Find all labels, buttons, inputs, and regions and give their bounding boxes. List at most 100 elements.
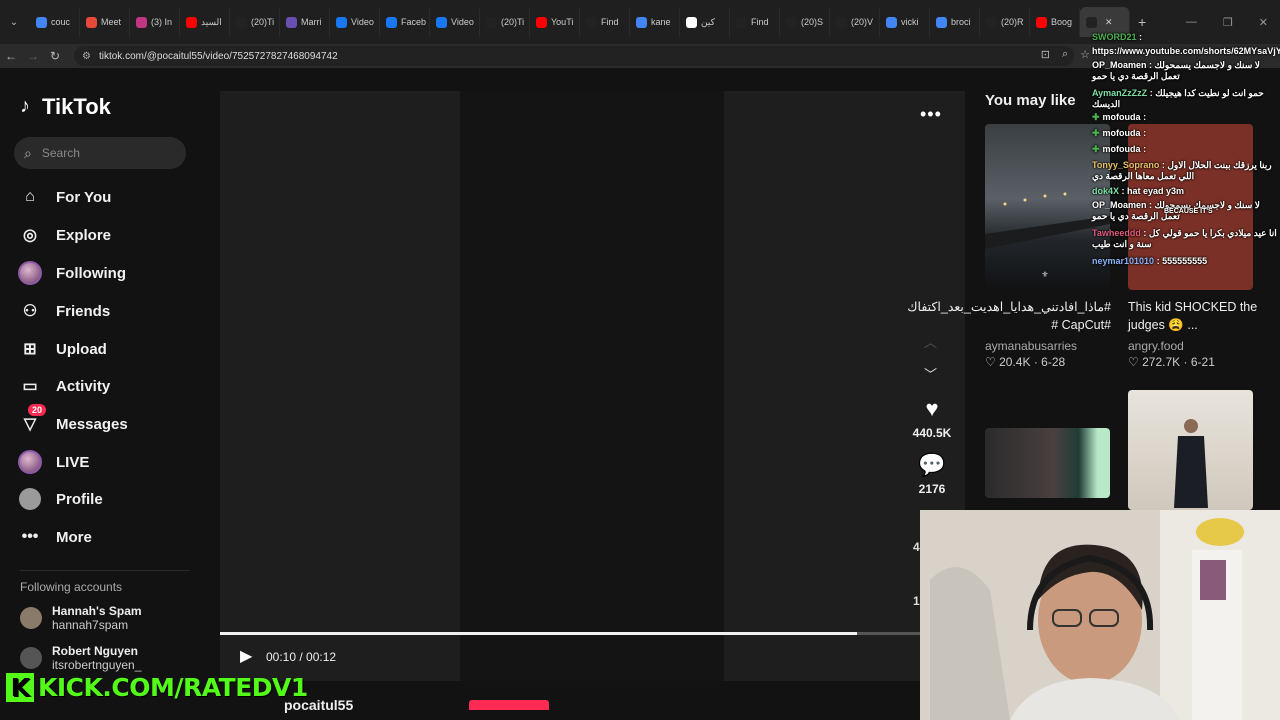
tabs: couc Meet (3) In السيد (20)Ti Marri Video Faceb… [30,7,1130,37]
video-frame[interactable] [460,91,724,681]
tiktok-logo[interactable]: ♪ TikTok [20,94,111,120]
browser-tab[interactable]: (20)S [780,7,830,37]
tiktok-icon [986,16,997,28]
play-icon[interactable]: ▶ [240,649,256,665]
sidebar-item-label: Profile [56,490,103,508]
tab-title: (20)R [1001,17,1024,27]
browser-tab[interactable]: Boog [1030,7,1080,37]
webcam-image [920,510,1280,720]
next-video-icon[interactable]: ﹀ [924,364,937,383]
sidebar-item-activity[interactable]: ▭ Activity [18,372,198,400]
following-account[interactable]: Robert Nguyen itsrobertnguyen_ [20,644,141,672]
sidebar-item-following[interactable]: Following [18,259,198,287]
comment-button[interactable]: 💬 2176 [906,452,958,496]
avatar [19,488,41,510]
close-tab-icon[interactable]: ✕ [1105,17,1113,28]
card-author[interactable]: angry.food [1128,339,1184,353]
avatar [18,261,42,285]
address-bar[interactable]: ⚙ tiktok.com/@pocaitul55/video/752572782… [74,46,1074,66]
minimize-icon[interactable]: — [1186,16,1197,29]
tiktok-icon [736,16,747,28]
browser-tab[interactable]: Faceb [380,7,430,37]
browser-tab[interactable]: (20)Ti [480,7,530,37]
video-progress-bar[interactable] [220,632,920,635]
zoom-icon[interactable]: ⌕ [1062,48,1068,61]
subscriber-badge-icon: ✚ [1092,144,1100,154]
tab-search-icon[interactable]: ⌄ [4,12,24,32]
site-info-icon[interactable]: ⚙ [82,51,91,62]
browser-tab[interactable]: كين [680,7,730,37]
browser-tab[interactable]: (20)V [830,7,880,37]
browser-tab[interactable]: Meet [80,7,130,37]
sidebar-item-friends[interactable]: ⚇ Friends [18,297,198,325]
chat-username: Tawheeddd [1092,228,1141,238]
like-button[interactable]: ♥ 440.5K [906,396,958,440]
close-window-icon[interactable]: ✕ [1259,16,1268,29]
video-player[interactable] [220,91,965,681]
avatar [20,647,42,669]
browser-tab[interactable]: السيد [180,7,230,37]
browser-tab[interactable]: Video [330,7,380,37]
install-icon[interactable]: ⊡ [1041,48,1050,61]
chat-username: OP_Moamen [1092,60,1147,70]
url-text: tiktok.com/@pocaitul55/video/75257278274… [98,50,338,62]
messages-icon: ▽ 20 [18,404,47,436]
recommended-thumbnail[interactable] [985,428,1110,498]
browser-tab[interactable]: Marri [280,7,330,37]
subscriber-badge-icon: ✚ [1092,112,1100,122]
tab-title: Find [751,17,769,27]
friends-icon: ⚇ [22,303,38,320]
tiktok-icon [786,16,797,28]
bookmark-star-icon[interactable]: ☆ [1080,48,1090,61]
browser-tab[interactable]: couc [30,7,80,37]
home-icon: ⌂ [25,188,35,205]
restore-icon[interactable]: ❐ [1223,16,1233,29]
browser-tab[interactable]: kane [630,7,680,37]
search-input[interactable]: ⌕ Search [14,137,186,169]
browser-tab[interactable]: YouTi [530,7,580,37]
previous-video-icon[interactable]: ︿ [924,332,937,351]
account-handle: itsrobertnguyen_ [52,658,142,672]
video-progress-fill [220,632,857,635]
tab-title: Video [351,17,374,27]
following-account[interactable]: Hannah's Spam hannah7spam [20,604,142,632]
subscriber-badge-icon: ✚ [1092,128,1100,138]
tab-title: Find [601,17,619,27]
forward-icon[interactable]: → [22,49,44,63]
browser-tab[interactable]: (3) In [130,7,180,37]
sidebar-item-messages[interactable]: ▽ 20 Messages [18,404,198,438]
chat-username: Tonyy_Soprano [1092,160,1160,170]
sidebar-item-more[interactable]: ••• More [18,523,198,551]
tiktok-icon [1086,16,1097,28]
sidebar-item-upload[interactable]: ⊞ Upload [18,335,198,363]
sidebar-item-for-you[interactable]: ⌂ For You [18,183,198,211]
chat-text: : [1143,112,1147,122]
card-author[interactable]: aymanabusarries [985,339,1077,353]
sidebar: ♪ TikTok ⌕ Search ⌂ For You ◎ Explore Follow… [0,70,210,720]
browser-tab[interactable]: (20)R [980,7,1030,37]
browser-tab[interactable]: Find [580,7,630,37]
chat-message: SWORD21 : [1092,32,1278,43]
tiktok-icon [486,16,497,28]
sidebar-item-explore[interactable]: ◎ Explore [18,221,198,249]
new-tab-button[interactable]: + [1138,14,1146,30]
browser-tab[interactable]: Find [730,7,780,37]
site-icon [286,16,297,28]
browser-tab[interactable]: (20)Ti [230,7,280,37]
sidebar-item-live[interactable]: LIVE [18,448,198,476]
following-accounts-heading: Following accounts [20,580,123,594]
back-icon[interactable]: ← [0,49,22,63]
tab-title: (20)V [851,17,874,27]
more-options-icon[interactable]: ••• [920,104,942,125]
recommended-thumbnail[interactable] [1128,390,1253,510]
heart-icon: ♥ [925,396,939,421]
follow-button[interactable] [469,700,549,710]
sidebar-item-label: Upload [56,340,107,358]
sidebar-item-label: Following [56,264,126,282]
browser-tab[interactable]: broci [930,7,980,37]
browser-tab[interactable]: vicki [880,7,930,37]
reload-icon[interactable]: ↻ [44,49,66,63]
browser-tab[interactable]: Video [430,7,480,37]
sidebar-item-profile[interactable]: Profile [18,485,198,513]
chat-text: : [1143,128,1147,138]
